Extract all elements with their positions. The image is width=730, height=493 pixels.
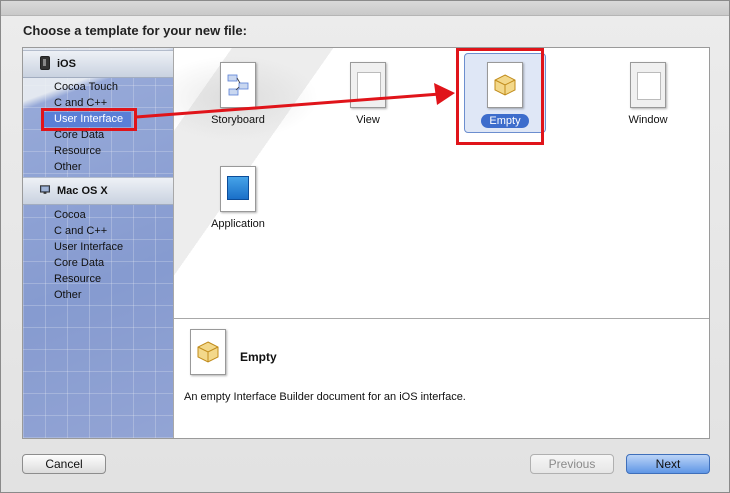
template-view[interactable]: View [323,52,413,136]
sidebar-item-mac-cocoa[interactable]: Cocoa [54,208,86,223]
window-document-icon [630,62,666,108]
description-title: Empty [240,350,277,364]
section-title-mac-os-x: Mac OS X [57,185,108,197]
empty-document-icon [190,329,226,375]
section-title-ios: iOS [57,58,76,70]
template-application[interactable]: Application [193,156,283,240]
template-label-window: Window [628,114,668,126]
sheet-top-edge [1,1,729,16]
previous-button[interactable]: Previous [530,454,614,474]
section-header-ios[interactable]: iOS [23,50,173,78]
sidebar-item-mac-core-data[interactable]: Core Data [54,256,104,271]
storyboard-document-icon [220,62,256,108]
template-window[interactable]: Window [603,52,693,136]
next-button[interactable]: Next [626,454,710,474]
iphone-icon [40,56,50,70]
sidebar-item-mac-resource[interactable]: Resource [54,272,101,287]
sidebar-item-mac-other[interactable]: Other [54,288,82,303]
highlight-box-user-interface [41,108,137,131]
cancel-button[interactable]: Cancel [22,454,106,474]
sidebar-item-mac-user-interface[interactable]: User Interface [54,240,123,255]
template-label-application: Application [211,218,265,230]
mac-icon [40,185,50,194]
new-file-sheet: Choose a template for your new file: iOS… [0,0,730,493]
template-storyboard[interactable]: Storyboard [193,52,283,136]
template-grid: Storyboard View Empty Window Application [174,48,709,318]
sidebar-item-mac-c-and-cpp[interactable]: C and C++ [54,224,107,239]
sidebar-item-ios-other[interactable]: Other [54,160,82,175]
description-text: An empty Interface Builder document for … [184,391,466,403]
application-document-icon [220,166,256,212]
view-document-icon [350,62,386,108]
template-sidebar: iOS Cocoa Touch C and C++ User Interface… [23,48,174,438]
section-header-mac-os-x[interactable]: Mac OS X [23,177,173,205]
template-description: Empty An empty Interface Builder documen… [174,318,709,438]
sidebar-item-ios-cocoa-touch[interactable]: Cocoa Touch [54,80,118,95]
sidebar-item-ios-resource[interactable]: Resource [54,144,101,159]
template-browser: iOS Cocoa Touch C and C++ User Interface… [22,47,710,439]
template-label-view: View [356,114,380,126]
template-label-storyboard: Storyboard [211,114,265,126]
dialog-prompt: Choose a template for your new file: [23,23,247,38]
highlight-box-empty [456,48,544,145]
